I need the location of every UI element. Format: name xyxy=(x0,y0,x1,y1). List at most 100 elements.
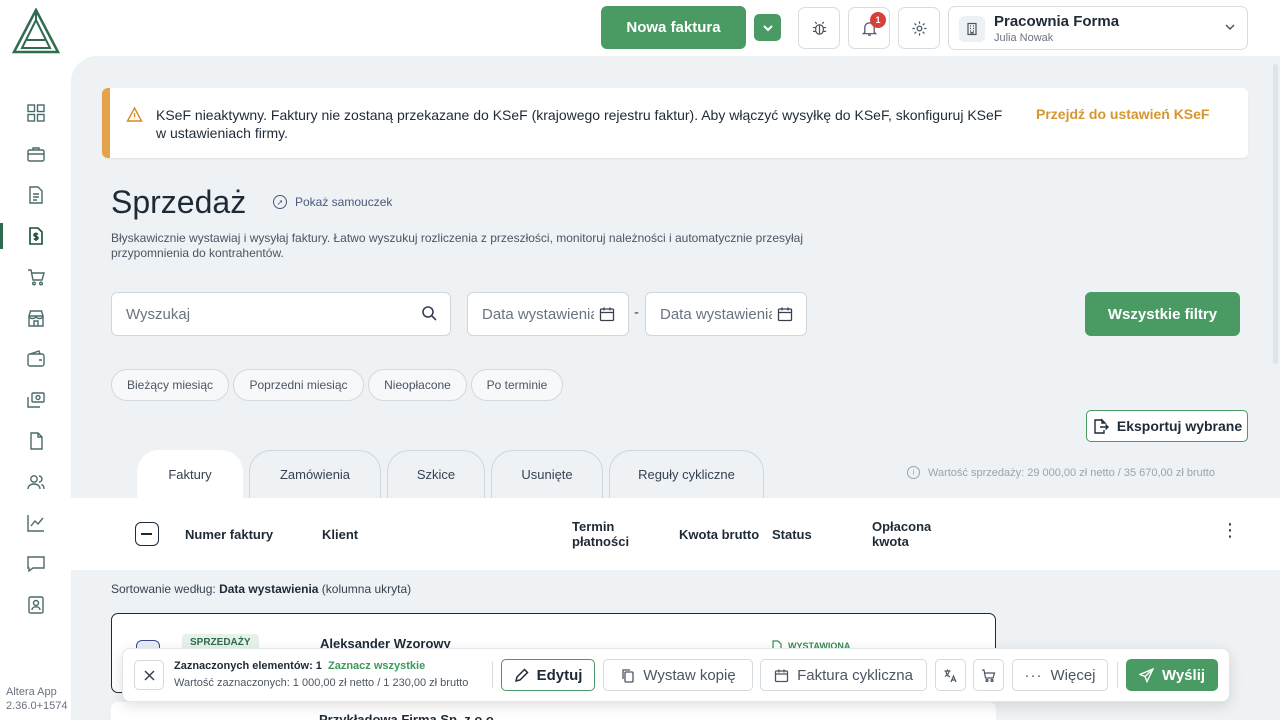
topbar: Nowa faktura 1 Pracownia Forma Julia Now… xyxy=(72,0,1280,56)
chip-current-month[interactable]: Bieżący miesiąc xyxy=(111,369,229,401)
chevron-down-icon xyxy=(762,24,773,31)
selection-action-bar: Zaznaczonych elementów: 1 Zaznacz wszyst… xyxy=(122,648,1230,702)
selected-value: Wartość zaznaczonych: 1 000,00 zł netto … xyxy=(174,677,469,689)
export-selected-button[interactable]: Eksportuj wybrane xyxy=(1086,410,1248,442)
sorting-info: Sortowanie według: Data wystawienia (kol… xyxy=(111,582,411,596)
show-tutorial-link[interactable]: ➚ Pokaż samouczek xyxy=(273,195,392,209)
chip-overdue[interactable]: Po terminie xyxy=(471,369,563,401)
sales-invoice-icon xyxy=(29,226,43,245)
sidebar-item-projects[interactable] xyxy=(0,133,72,174)
gear-icon xyxy=(911,20,927,36)
select-all-checkbox[interactable] xyxy=(135,522,159,546)
sidebar-item-documents[interactable] xyxy=(0,174,72,215)
recurring-invoice-button[interactable]: Faktura cykliczna xyxy=(760,659,927,691)
briefcase-icon xyxy=(27,146,45,162)
more-button[interactable]: ··· Więcej xyxy=(1012,659,1108,691)
row-client: Przykładowa Firma Sp. z o.o. xyxy=(319,712,498,720)
warning-icon xyxy=(126,106,143,122)
wallet-icon xyxy=(27,349,45,367)
sidebar-item-finance[interactable] xyxy=(0,338,72,379)
recurring-label: Faktura cykliczna xyxy=(797,666,913,684)
translate-icon xyxy=(944,669,957,682)
scrollbar[interactable] xyxy=(1273,64,1278,364)
tab-recurring-rules[interactable]: Reguły cykliczne xyxy=(609,450,764,498)
new-invoice-button[interactable]: Nowa faktura xyxy=(601,6,746,49)
more-options-icon[interactable]: ⋮ xyxy=(1221,521,1239,539)
send-button[interactable]: Wyślij xyxy=(1126,659,1218,691)
sidebar: Altera App 2.36.0+1574 xyxy=(0,0,72,720)
select-all-link[interactable]: Zaznacz wszystkie xyxy=(328,660,425,672)
column-paid-amount[interactable]: Opłacona kwota xyxy=(872,519,942,549)
message-icon xyxy=(27,555,45,572)
copy-icon xyxy=(622,668,634,683)
sidebar-item-sales[interactable] xyxy=(0,215,72,256)
tab-invoices[interactable]: Faktury xyxy=(137,450,243,498)
tab-orders[interactable]: Zamówienia xyxy=(249,450,381,498)
chip-unpaid[interactable]: Nieopłacone xyxy=(368,369,467,401)
sidebar-item-contacts[interactable] xyxy=(0,461,72,502)
translate-button[interactable] xyxy=(935,659,966,691)
app-version-name: Altera App xyxy=(6,686,57,698)
column-invoice-number[interactable]: Numer faktury xyxy=(185,527,273,542)
users-icon xyxy=(27,474,45,489)
sorting-field: Data wystawienia xyxy=(219,582,319,596)
more-label: Więcej xyxy=(1050,666,1096,684)
notifications-button[interactable]: 1 xyxy=(848,7,890,49)
date-range-separator: - xyxy=(634,304,639,321)
close-icon xyxy=(143,669,155,681)
money-transfer-icon xyxy=(27,391,45,408)
sidebar-item-purchases[interactable] xyxy=(0,256,72,297)
sidebar-item-warehouse[interactable] xyxy=(0,297,72,338)
edit-button[interactable]: Edytuj xyxy=(501,659,595,691)
sidebar-item-reports[interactable] xyxy=(0,502,72,543)
table-row[interactable]: Przykładowa Firma Sp. z o.o. xyxy=(111,702,996,720)
page-description: Błyskawicznie wystawiaj i wysyłaj faktur… xyxy=(111,231,804,260)
tab-drafts[interactable]: Szkice xyxy=(387,450,485,498)
bug-report-button[interactable] xyxy=(798,7,840,49)
issue-copy-button[interactable]: Wystaw kopię xyxy=(603,659,753,691)
more-dots-icon: ··· xyxy=(1024,666,1043,684)
new-invoice-dropdown-button[interactable] xyxy=(754,14,781,41)
search-field[interactable] xyxy=(111,292,451,336)
cart-icon xyxy=(982,668,996,682)
file-icon xyxy=(30,431,43,450)
search-input[interactable] xyxy=(126,303,406,325)
column-gross-amount[interactable]: Kwota brutto xyxy=(679,527,759,542)
send-label: Wyślij xyxy=(1161,666,1206,684)
alert-message: KSeF nieaktywny. Faktury nie zostaną prz… xyxy=(156,107,1003,141)
pencil-icon xyxy=(514,667,529,682)
date-to-input[interactable] xyxy=(660,303,772,325)
export-label: Eksportuj wybrane xyxy=(1116,418,1243,434)
sidebar-item-files[interactable] xyxy=(0,420,72,461)
sidebar-item-messages[interactable] xyxy=(0,543,72,584)
contact-card-icon xyxy=(28,595,44,614)
chip-previous-month[interactable]: Poprzedni miesiąc xyxy=(233,369,364,401)
order-cart-button[interactable] xyxy=(973,659,1004,691)
all-filters-button[interactable]: Wszystkie filtry xyxy=(1085,292,1240,336)
send-icon xyxy=(1138,667,1154,683)
edit-label: Edytuj xyxy=(536,666,583,684)
sidebar-item-payments[interactable] xyxy=(0,379,72,420)
column-status[interactable]: Status xyxy=(772,527,812,542)
info-icon: i xyxy=(907,466,920,479)
calendar-icon[interactable] xyxy=(599,306,615,322)
clear-selection-button[interactable] xyxy=(134,660,164,690)
dashboard-grid-icon xyxy=(27,103,45,122)
date-from-input[interactable] xyxy=(482,303,594,325)
sidebar-item-dashboard[interactable] xyxy=(0,92,72,133)
tab-deleted[interactable]: Usunięte xyxy=(491,450,603,498)
altera-logo[interactable] xyxy=(10,8,62,54)
settings-button[interactable] xyxy=(898,7,940,49)
calendar-icon[interactable] xyxy=(777,306,793,322)
cart-icon xyxy=(28,268,45,285)
store-icon xyxy=(28,309,44,327)
column-payment-due[interactable]: Termin płatności xyxy=(572,519,642,549)
company-name: Pracownia Forma xyxy=(994,13,1120,30)
company-switcher[interactable]: Pracownia Forma Julia Nowak xyxy=(948,6,1248,50)
main-panel: KSeF nieaktywny. Faktury nie zostaną prz… xyxy=(71,56,1280,720)
date-to-field[interactable] xyxy=(645,292,807,336)
sidebar-item-employees[interactable] xyxy=(0,584,72,625)
date-from-field[interactable] xyxy=(467,292,629,336)
column-client[interactable]: Klient xyxy=(322,527,358,542)
ksef-settings-link[interactable]: Przejdź do ustawień KSeF xyxy=(1036,106,1209,122)
